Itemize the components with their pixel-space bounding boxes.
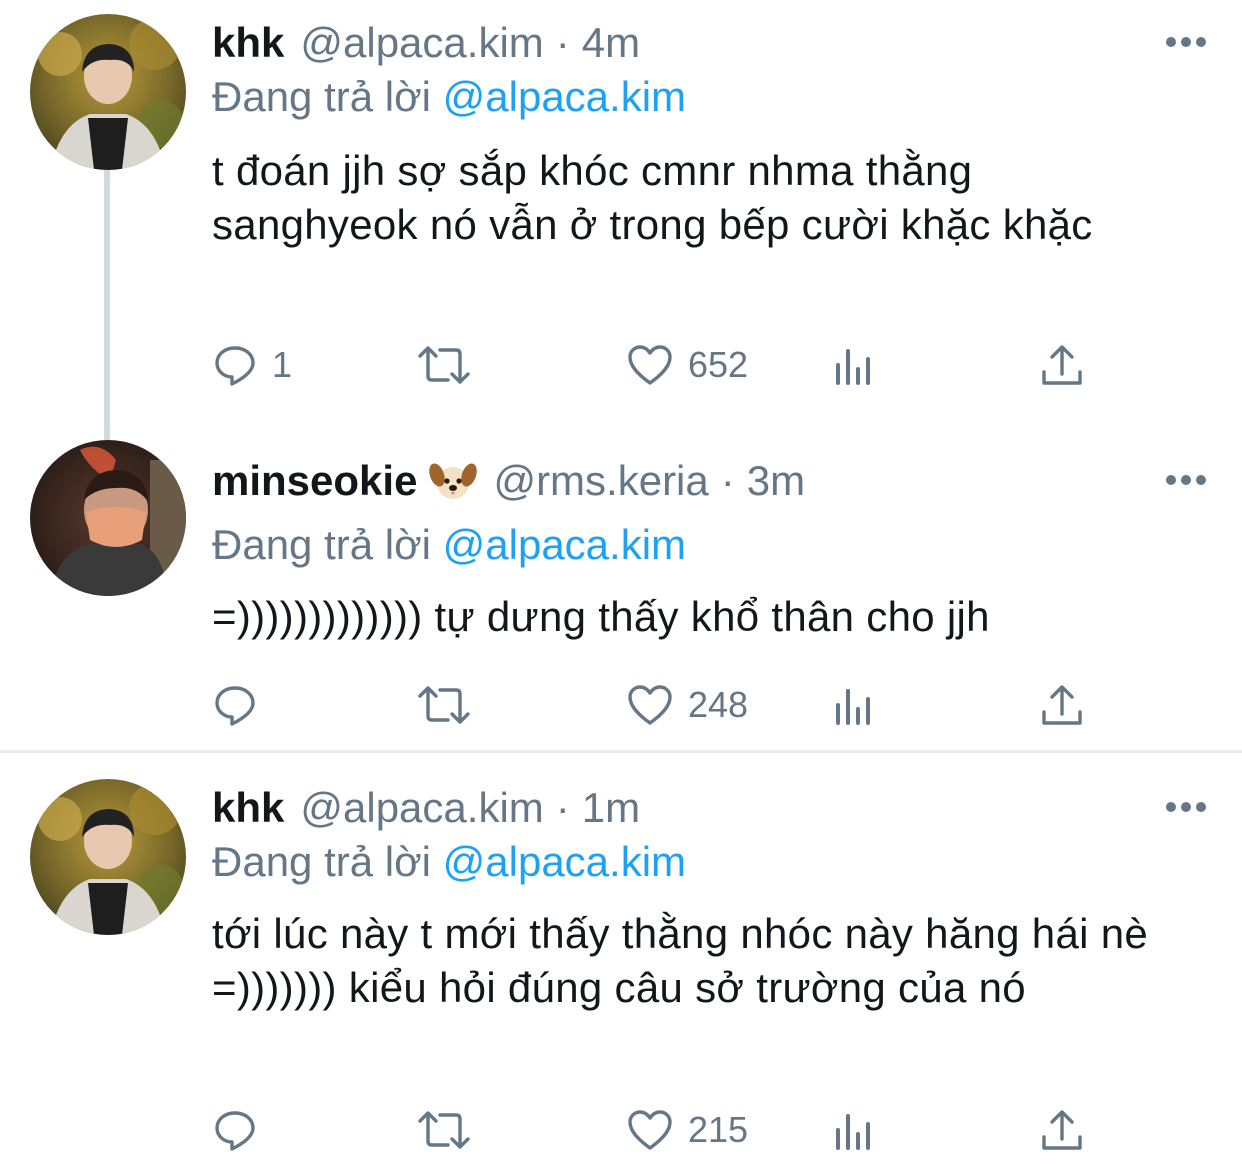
mention-link[interactable]: @alpaca.kim <box>443 73 686 120</box>
reply-count: 1 <box>272 344 293 385</box>
avatar[interactable] <box>30 14 186 170</box>
display-name[interactable]: khk <box>212 783 284 833</box>
separator-dot: · <box>555 19 570 66</box>
analytics-icon <box>836 349 870 385</box>
reply-button[interactable]: 1 <box>212 340 292 390</box>
separator-dot: · <box>720 457 735 504</box>
retweet-button[interactable] <box>416 680 472 730</box>
reply-icon <box>215 1111 255 1151</box>
retweet-icon <box>418 686 470 724</box>
share-button[interactable] <box>1040 340 1084 390</box>
mention-link[interactable]: @alpaca.kim <box>443 521 686 568</box>
avatar[interactable] <box>30 440 186 596</box>
like-count: 652 <box>688 344 749 385</box>
mention-link[interactable]: @alpaca.kim <box>443 838 686 885</box>
like-button[interactable]: 248 <box>626 680 748 730</box>
more-icon[interactable] <box>1166 801 1206 813</box>
share-button[interactable] <box>1040 1105 1084 1155</box>
tweet-text: =))))))))))))) tự dưng thấy khổ thân cho… <box>212 593 990 640</box>
avatar[interactable] <box>30 779 186 935</box>
like-count: 248 <box>688 684 749 725</box>
share-icon <box>1042 685 1082 725</box>
share-icon <box>1042 345 1082 385</box>
analytics-icon <box>836 1114 870 1150</box>
analytics-button[interactable] <box>834 680 876 730</box>
username-handle[interactable]: @rms.keria <box>493 456 708 506</box>
tweet-header: khk @alpaca.kim · 4m <box>212 18 640 68</box>
action-bar: 215 <box>212 1105 1112 1155</box>
timestamp[interactable]: 4m <box>582 18 640 68</box>
heart-icon <box>628 1110 672 1150</box>
replying-prefix: Đang trả lời <box>212 838 431 885</box>
retweet-icon <box>418 1111 470 1149</box>
tweet-2[interactable]: minseokie @rms.keria · 3m Đang trả lời @… <box>0 440 1242 750</box>
retweet-button[interactable] <box>416 340 472 390</box>
reply-button[interactable] <box>212 1105 272 1155</box>
retweet-button[interactable] <box>416 1105 472 1155</box>
like-button[interactable]: 215 <box>626 1105 748 1155</box>
tweet-text: tới lúc này t mới thấy thằng nhóc này hă… <box>212 910 1149 1011</box>
replying-prefix: Đang trả lời <box>212 521 431 568</box>
replying-to: Đang trả lời @alpaca.kim <box>212 837 686 887</box>
display-name[interactable]: minseokie <box>212 456 417 506</box>
retweet-icon <box>418 346 470 384</box>
username-handle[interactable]: @alpaca.kim <box>300 18 543 68</box>
timestamp[interactable]: 1m <box>582 783 640 833</box>
action-bar: 248 <box>212 680 1112 730</box>
analytics-button[interactable] <box>834 1105 876 1155</box>
action-bar: 1 652 <box>212 340 1112 390</box>
reply-icon <box>215 346 255 386</box>
like-button[interactable]: 652 <box>626 340 748 390</box>
heart-icon <box>628 345 672 385</box>
dog-face-emoji <box>429 459 478 503</box>
heart-icon <box>628 685 672 725</box>
timestamp[interactable]: 3m <box>747 456 805 506</box>
share-button[interactable] <box>1040 680 1084 730</box>
reply-icon <box>215 686 255 726</box>
tweet-header: minseokie @rms.keria · 3m <box>212 456 805 506</box>
reply-button[interactable] <box>212 680 272 730</box>
tweet-3[interactable]: khk @alpaca.kim · 1m Đang trả lời @alpac… <box>0 753 1242 1173</box>
replying-to: Đang trả lời @alpaca.kim <box>212 72 686 122</box>
like-count: 215 <box>688 1109 749 1150</box>
more-icon[interactable] <box>1166 474 1206 486</box>
more-icon[interactable] <box>1166 36 1206 48</box>
replying-to: Đang trả lời @alpaca.kim <box>212 520 686 570</box>
analytics-icon <box>836 689 870 725</box>
tweet-header: khk @alpaca.kim · 1m <box>212 783 640 833</box>
thread-line <box>104 170 110 440</box>
username-handle[interactable]: @alpaca.kim <box>300 783 543 833</box>
share-icon <box>1042 1110 1082 1150</box>
tweet-text: t đoán jjh sợ sắp khóc cmnr nhma thằng s… <box>212 147 1093 248</box>
analytics-button[interactable] <box>834 340 876 390</box>
display-name[interactable]: khk <box>212 18 284 68</box>
separator-dot: · <box>555 784 570 831</box>
replying-prefix: Đang trả lời <box>212 73 431 120</box>
tweet-1[interactable]: khk @alpaca.kim · 4m Đang trả lời @alpac… <box>0 0 1242 440</box>
